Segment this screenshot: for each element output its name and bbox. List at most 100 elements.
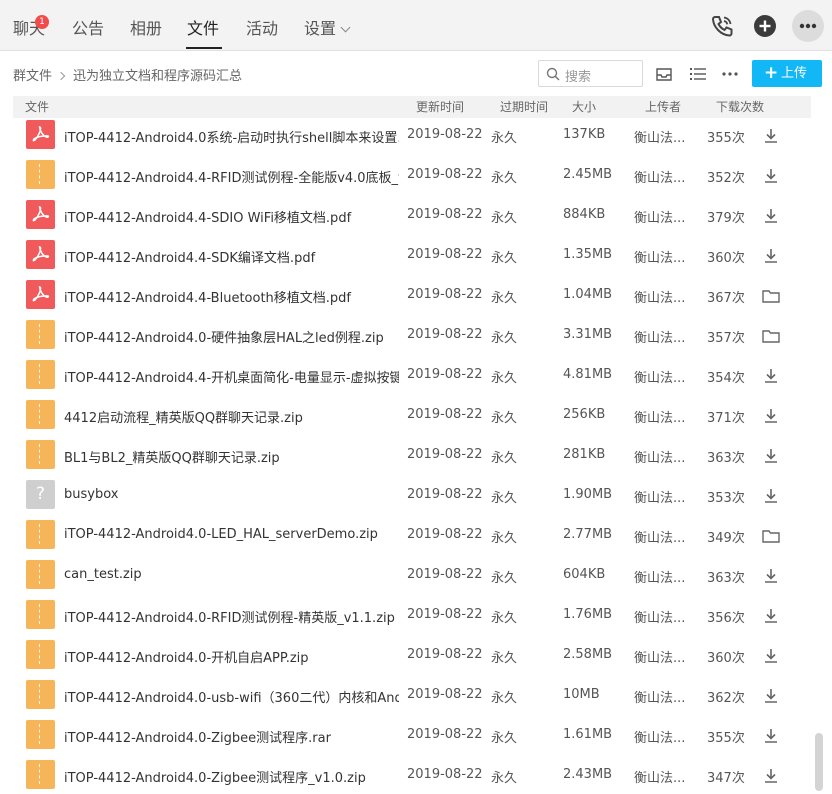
plus-circle-icon[interactable]	[752, 13, 778, 39]
file-uploader[interactable]: 衡山法...	[634, 167, 685, 186]
file-name[interactable]: BL1与BL2_精英版QQ群聊天记录.zip	[64, 447, 399, 466]
download-icon[interactable]	[761, 206, 781, 226]
column-header-updated[interactable]: 更新时间	[416, 96, 464, 118]
download-icon[interactable]	[761, 366, 781, 386]
file-name[interactable]: iTOP-4412-Android4.0-Zigbee测试程序_v1.0.zip	[64, 767, 399, 786]
file-row[interactable]: 4412启动流程_精英版QQ群聊天记录.zip 2019-08-22 永久 256KB…	[13, 396, 811, 436]
download-icon[interactable]	[761, 686, 781, 706]
file-name[interactable]: iTOP-4412-Android4.4-开机桌面简化-电量显示-虚拟按键...	[64, 367, 399, 386]
download-icon[interactable]	[761, 566, 781, 586]
file-row[interactable]: iTOP-4412-Android4.4-Bluetooth移植文档.pdf 20…	[13, 276, 811, 316]
download-icon[interactable]	[761, 486, 781, 506]
file-size: 4.81MB	[563, 367, 613, 382]
zip-file-icon	[26, 600, 55, 629]
file-uploader[interactable]: 衡山法...	[634, 247, 685, 266]
file-uploader[interactable]: 衡山法...	[634, 767, 685, 786]
file-uploader[interactable]: 衡山法...	[634, 727, 685, 746]
file-uploader[interactable]: 衡山法...	[634, 447, 685, 466]
open-folder-icon[interactable]	[761, 326, 781, 346]
file-row[interactable]: iTOP-4412-Android4.0-usb-wifi（360二代）内核和A…	[13, 676, 811, 716]
upload-button[interactable]: + 上传	[752, 60, 822, 87]
download-icon[interactable]	[761, 646, 781, 666]
file-updated-date: 2019-08-22	[407, 487, 483, 502]
file-name[interactable]: iTOP-4412-Android4.0-RFID测试例程-精英版_v1.1.z…	[64, 607, 399, 626]
file-row[interactable]: BL1与BL2_精英版QQ群聊天记录.zip 2019-08-22 永久 281KB 衡…	[13, 436, 811, 476]
download-icon[interactable]	[761, 246, 781, 266]
phone-icon[interactable]	[709, 13, 735, 39]
file-uploader[interactable]: 衡山法...	[634, 687, 685, 706]
file-name[interactable]: iTOP-4412-Android4.0-开机自启APP.zip	[64, 647, 399, 666]
file-name[interactable]: iTOP-4412-Android4.0系统-启动时执行shell脚本来设置..…	[64, 127, 399, 146]
file-uploader[interactable]: 衡山法...	[634, 487, 685, 506]
search-input[interactable]: 搜索	[538, 60, 643, 87]
download-icon[interactable]	[761, 766, 781, 786]
file-name[interactable]: iTOP-4412-Android4.4-SDIO WiFi移植文档.pdf	[64, 207, 399, 226]
file-row[interactable]: iTOP-4412-Android4.4-RFID测试例程-全能版v4.0底板_…	[13, 156, 811, 196]
open-folder-icon[interactable]	[761, 286, 781, 306]
file-download-count: 356次	[707, 611, 745, 626]
file-row[interactable]: iTOP-4412-Android4.0-Zigbee测试程序.rar 2019-…	[13, 716, 811, 756]
file-uploader[interactable]: 衡山法...	[634, 327, 685, 346]
file-name[interactable]: iTOP-4412-Android4.4-Bluetooth移植文档.pdf	[64, 287, 399, 306]
file-uploader[interactable]: 衡山法...	[634, 207, 685, 226]
unread-badge: 1	[35, 15, 49, 29]
file-updated-date: 2019-08-22	[407, 687, 483, 702]
file-name[interactable]: iTOP-4412-Android4.0-Zigbee测试程序.rar	[64, 727, 399, 746]
file-expiry: 永久	[491, 291, 518, 306]
file-row[interactable]: iTOP-4412-Android4.0系统-启动时执行shell脚本来设置..…	[13, 118, 811, 156]
file-name[interactable]: busybox	[64, 487, 399, 502]
file-uploader[interactable]: 衡山法...	[634, 647, 685, 666]
file-row[interactable]: iTOP-4412-Android4.4-SDIO WiFi移植文档.pdf 20…	[13, 196, 811, 236]
file-name[interactable]: iTOP-4412-Android4.4-RFID测试例程-全能版v4.0底板_…	[64, 167, 399, 186]
breadcrumb-root[interactable]: 群文件	[13, 69, 52, 84]
file-name[interactable]: can_test.zip	[64, 567, 399, 582]
inbox-icon[interactable]	[654, 64, 674, 84]
column-header-file[interactable]: 文件	[25, 96, 49, 118]
file-row[interactable]: iTOP-4412-Android4.0-Zigbee测试程序_v1.0.zip…	[13, 756, 811, 794]
file-row[interactable]: iTOP-4412-Android4.0-硬件抽象层HAL之led例程.zip 2…	[13, 316, 811, 356]
file-name[interactable]: iTOP-4412-Android4.4-SDK编译文档.pdf	[64, 247, 399, 266]
file-uploader[interactable]: 衡山法...	[634, 127, 685, 146]
tab-album[interactable]: 相册	[130, 18, 162, 40]
file-name[interactable]: iTOP-4412-Android4.0-硬件抽象层HAL之led例程.zip	[64, 327, 399, 346]
column-header-expiry[interactable]: 过期时间	[500, 96, 548, 118]
file-row[interactable]: iTOP-4412-Android4.0-开机自启APP.zip 2019-08-…	[13, 636, 811, 676]
tab-settings[interactable]: 设置	[304, 18, 336, 40]
download-icon[interactable]	[761, 606, 781, 626]
download-icon[interactable]	[761, 726, 781, 746]
file-row[interactable]: iTOP-4412-Android4.4-开机桌面简化-电量显示-虚拟按键...…	[13, 356, 811, 396]
file-row[interactable]: can_test.zip 2019-08-22 永久 604KB 衡山法... 363次	[13, 556, 811, 596]
file-download-count: 363次	[707, 451, 745, 466]
file-row[interactable]: ? busybox 2019-08-22 永久 1.90MB 衡山法... 353次	[13, 476, 811, 516]
download-icon[interactable]	[761, 166, 781, 186]
more-options-icon[interactable]	[720, 64, 740, 84]
file-uploader[interactable]: 衡山法...	[634, 607, 685, 626]
file-updated-date: 2019-08-22	[407, 167, 483, 182]
file-name[interactable]: iTOP-4412-Android4.0-LED_HAL_serverDemo.…	[64, 527, 399, 542]
tab-files[interactable]: 文件	[187, 18, 219, 40]
file-uploader[interactable]: 衡山法...	[634, 367, 685, 386]
column-header-size[interactable]: 大小	[572, 96, 596, 118]
list-view-icon[interactable]	[688, 64, 708, 84]
file-uploader[interactable]: 衡山法...	[634, 567, 685, 586]
file-row[interactable]: iTOP-4412-Android4.4-SDK编译文档.pdf 2019-08-…	[13, 236, 811, 276]
tab-activities[interactable]: 活动	[246, 18, 278, 40]
file-name[interactable]: iTOP-4412-Android4.0-usb-wifi（360二代）内核和A…	[64, 687, 399, 706]
file-row[interactable]: iTOP-4412-Android4.0-RFID测试例程-精英版_v1.1.z…	[13, 596, 811, 636]
file-name[interactable]: 4412启动流程_精英版QQ群聊天记录.zip	[64, 407, 399, 426]
chevron-down-icon[interactable]	[340, 22, 351, 33]
tab-announcements[interactable]: 公告	[72, 18, 104, 40]
zipper-icon	[39, 164, 42, 184]
download-icon[interactable]	[761, 446, 781, 466]
file-row[interactable]: iTOP-4412-Android4.0-LED_HAL_serverDemo.…	[13, 516, 811, 556]
scrollbar-track[interactable]	[812, 96, 832, 794]
file-uploader[interactable]: 衡山法...	[634, 407, 685, 426]
open-folder-icon[interactable]	[761, 526, 781, 546]
column-header-uploader[interactable]: 上传者	[645, 96, 681, 118]
download-icon[interactable]	[761, 406, 781, 426]
download-icon[interactable]	[761, 126, 781, 146]
file-uploader[interactable]: 衡山法...	[634, 287, 685, 306]
column-header-downloads[interactable]: 下载次数	[716, 96, 764, 118]
file-uploader[interactable]: 衡山法...	[634, 527, 685, 546]
scrollbar-thumb[interactable]	[815, 733, 823, 791]
